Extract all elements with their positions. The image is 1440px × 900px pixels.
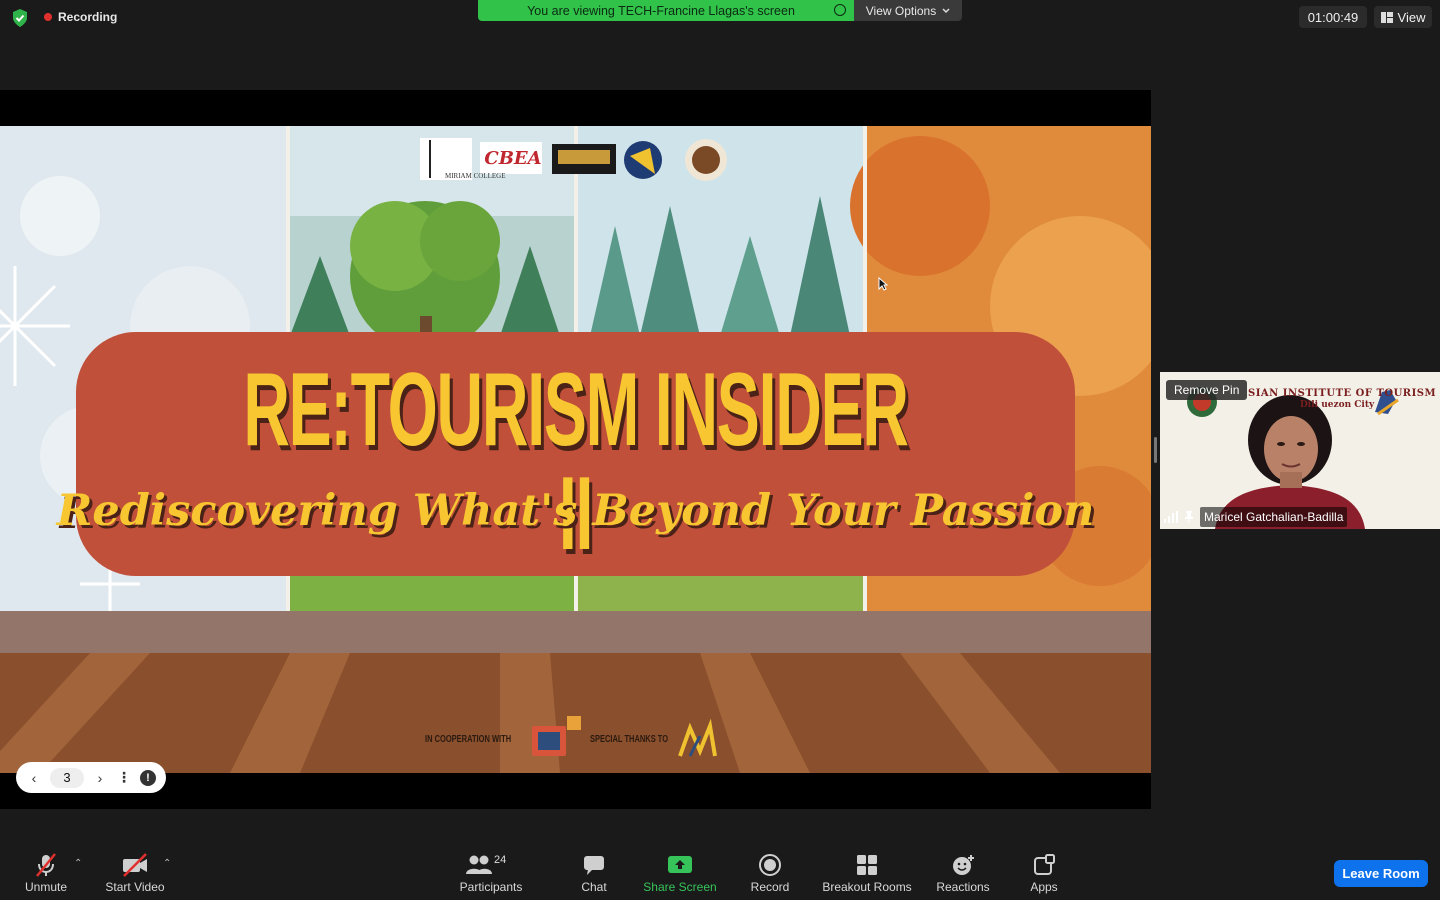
participant-video-tile[interactable]: SIAN INSTITUTE OF TOURISM Dili uezon Cit… (1160, 372, 1440, 529)
security-shield-icon[interactable] (11, 8, 29, 28)
pin-icon (1185, 511, 1193, 523)
view-options-button[interactable]: View Options (854, 0, 962, 21)
apps-button[interactable]: Apps (1024, 846, 1064, 900)
participants-icon (466, 855, 492, 874)
viewing-label: You are viewing TECH-Francine Llagas's s… (527, 3, 795, 18)
participants-button[interactable]: 24 Participants (452, 846, 530, 900)
view-button[interactable]: View (1374, 6, 1432, 28)
microphone-muted-icon (36, 853, 56, 877)
resize-handle[interactable] (1154, 437, 1157, 463)
unmute-label: Unmute (24, 880, 68, 894)
viewing-screen-banner: You are viewing TECH-Francine Llagas's s… (478, 0, 854, 21)
breakout-rooms-button[interactable]: Breakout Rooms (818, 846, 916, 900)
reactions-label: Reactions (936, 880, 990, 894)
breakout-rooms-label: Breakout Rooms (822, 880, 912, 894)
share-screen-button[interactable]: Share Screen (640, 846, 720, 900)
unmute-button[interactable]: Unmute (18, 846, 74, 900)
start-video-button[interactable]: Start Video (100, 846, 170, 900)
coop-label: IN COOPERATION WITH (425, 734, 512, 745)
alert-icon[interactable]: ! (140, 769, 156, 786)
record-icon (759, 854, 781, 876)
share-screen-label: Share Screen (643, 880, 717, 894)
meeting-timer: 01:00:49 (1299, 6, 1367, 28)
recording-indicator[interactable]: Recording (44, 10, 117, 24)
share-screen-arrow-up-icon (668, 856, 692, 873)
participant-name: Maricel Gatchalian-Badilla (1200, 507, 1348, 527)
reactions-smiley-icon (953, 855, 974, 875)
slide-pager: ‹ 3 › ⋮ ! (16, 762, 166, 793)
banner-text-line2: Dili uezon City (1300, 400, 1375, 410)
start-video-label: Start Video (105, 880, 165, 894)
breakout-rooms-grid-icon (857, 855, 877, 875)
chevron-down-icon (942, 7, 950, 13)
chat-bubble-icon (584, 856, 604, 875)
signal-strength-icon (1164, 511, 1178, 523)
recording-label: Recording (58, 10, 118, 24)
more-options-icon[interactable]: ⋮ (112, 769, 136, 786)
record-label: Record (750, 880, 790, 894)
shared-screen[interactable]: CBEA MIRIAM COLLEGE RE:TOURISM INSIDER I… (0, 90, 1151, 809)
grid-view-icon (1380, 11, 1393, 23)
top-bar: Recording You are viewing TECH-Francine … (0, 0, 1440, 36)
chat-button[interactable]: Chat (572, 846, 616, 900)
apps-icon (1034, 854, 1055, 875)
next-slide-chevron-right-icon[interactable]: › (88, 770, 112, 786)
participants-count: 24 (494, 854, 507, 866)
recording-dot-icon (44, 13, 52, 21)
view-options-label: View Options (865, 3, 937, 18)
previous-slide-chevron-left-icon[interactable]: ‹ (22, 770, 46, 786)
participant-name-bar: Maricel Gatchalian-Badilla (1160, 505, 1348, 529)
logo-miriam: MIRIAM COLLEGE (445, 172, 505, 180)
reactions-button[interactable]: Reactions (932, 846, 994, 900)
slide-number[interactable]: 3 (50, 767, 84, 788)
meeting-toolbar: Unmute ⌃ Start Video ⌃ 24 Participants C… (0, 846, 1440, 900)
apps-label: Apps (1030, 880, 1058, 894)
info-icon[interactable] (834, 4, 846, 16)
video-camera-off-icon (123, 853, 147, 877)
presentation-slide: CBEA MIRIAM COLLEGE RE:TOURISM INSIDER I… (0, 126, 1151, 773)
thanks-label: SPECIAL THANKS TO (590, 734, 669, 745)
view-label: View (1397, 9, 1426, 25)
participants-label: Participants (459, 880, 523, 894)
video-options-chevron-up-icon[interactable]: ⌃ (163, 858, 171, 869)
chat-label: Chat (581, 880, 607, 894)
leave-room-button[interactable]: Leave Room (1334, 860, 1428, 887)
banner-text-line1: SIAN INSTITUTE OF TOURISM (1248, 388, 1437, 399)
mouse-cursor-icon (878, 277, 888, 291)
remove-pin-button[interactable]: Remove Pin (1166, 380, 1248, 400)
slide-subtitle: Rediscovering What's Beyond Your Passion (56, 486, 1095, 536)
audio-options-chevron-up-icon[interactable]: ⌃ (74, 858, 82, 869)
logo-cbea: CBEA (484, 148, 541, 169)
record-button[interactable]: Record (746, 846, 794, 900)
